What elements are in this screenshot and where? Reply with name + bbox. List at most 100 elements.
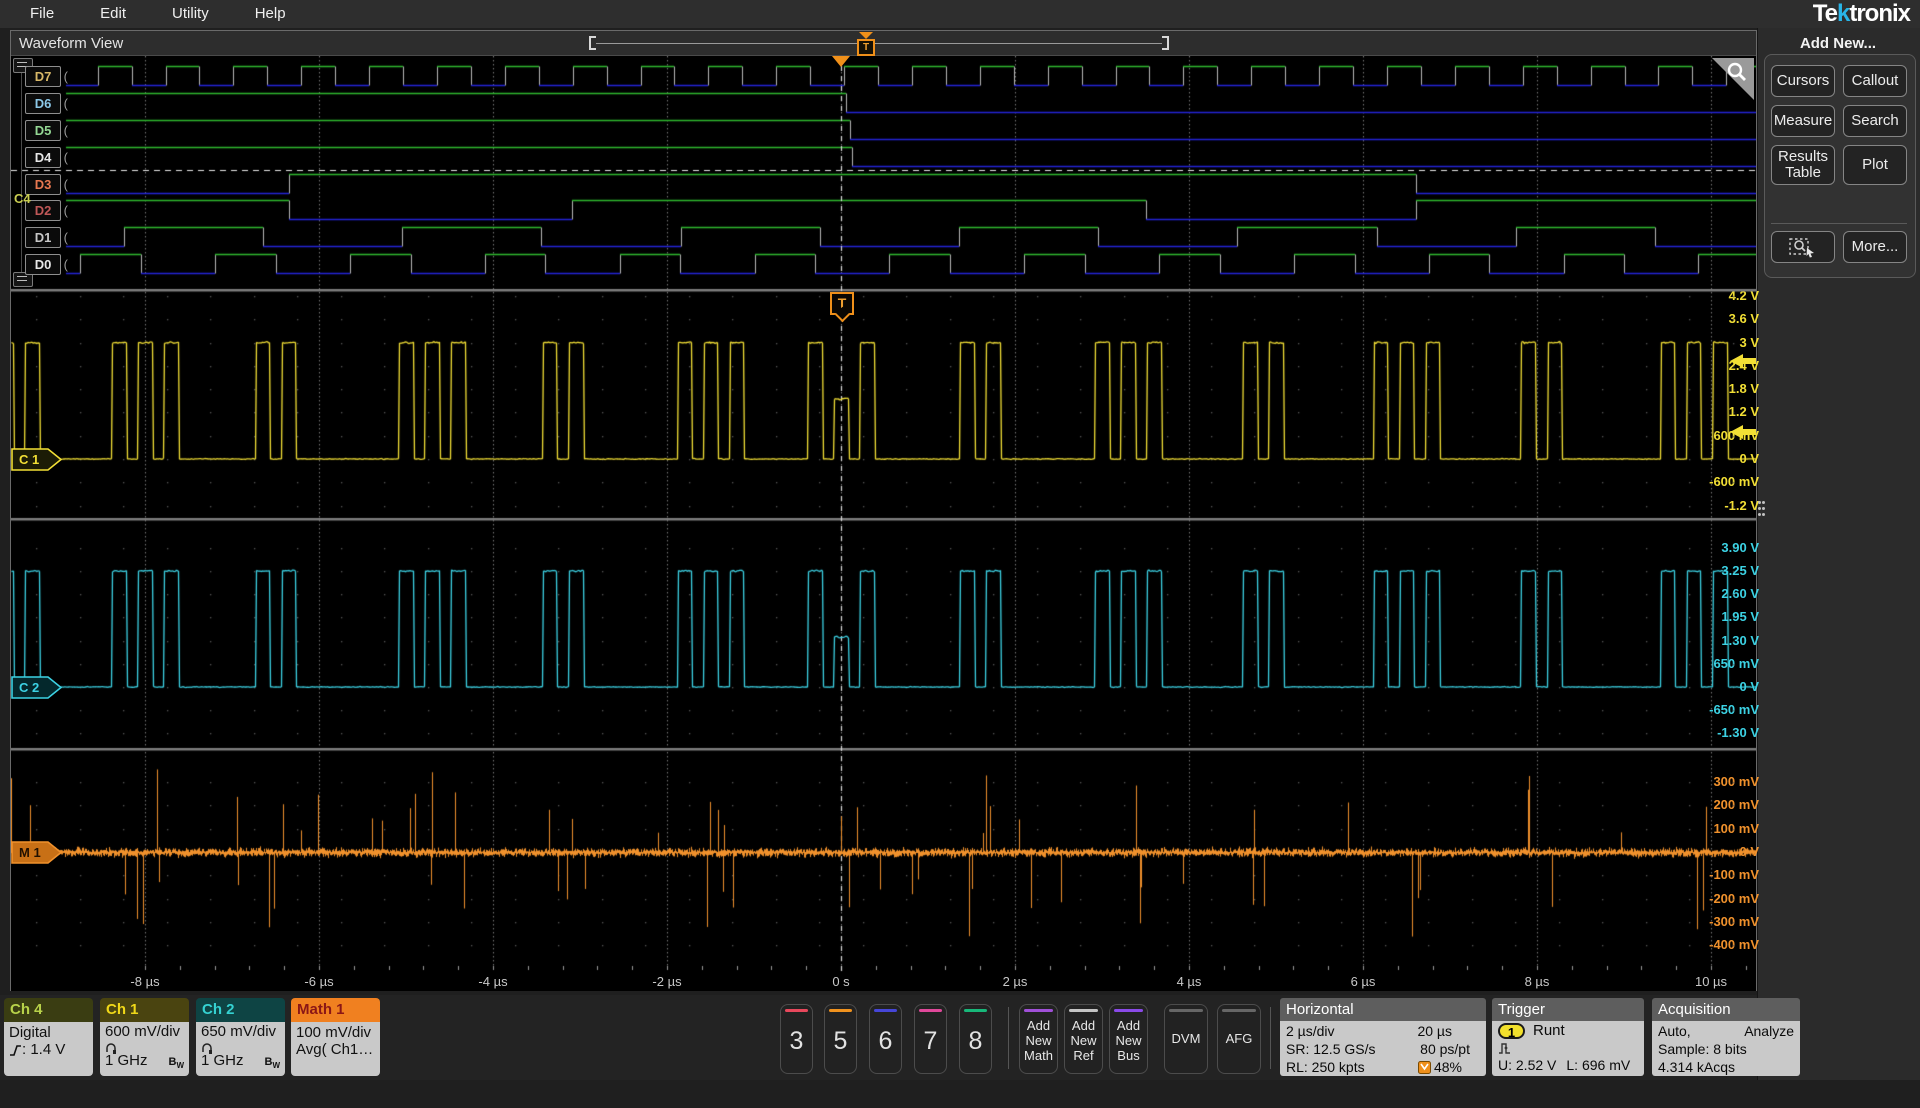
time-tick-6-s: 6 µs	[1350, 974, 1376, 989]
ch4-mode: Digital	[9, 1024, 51, 1041]
acquisition-count: 4.314 kAcqs	[1658, 1059, 1736, 1075]
channel-button-label: 5	[833, 1027, 848, 1055]
color-strip	[1024, 1009, 1053, 1012]
channel-button-3[interactable]: 3	[780, 1004, 813, 1074]
menu-utility[interactable]: Utility	[172, 0, 209, 28]
add-new-bus-button[interactable]: Add New Bus	[1109, 1004, 1148, 1074]
trigger-t-flag[interactable]: T	[830, 292, 854, 315]
ch4-threshold: : 1.4 V	[22, 1041, 66, 1058]
add-new-results-table-button[interactable]: Results Table	[1771, 145, 1835, 185]
waveform-view-title: Waveform View	[19, 35, 124, 52]
panel-divider	[1771, 223, 1907, 224]
menu-help[interactable]: Help	[255, 0, 286, 28]
trigger-panel[interactable]: Trigger 1 Runt U: 2.52 V L: 696 mV	[1492, 998, 1644, 1076]
channel-button-label: 3	[789, 1027, 804, 1055]
digital-label-d7[interactable]: D7(	[25, 66, 68, 87]
add-new-plot-button[interactable]: Plot	[1843, 145, 1907, 185]
graticule-area[interactable]: T D7(D6(D5(D4(D3(D2(D1(D0(4.2 V3.6 V3 V2…	[11, 56, 1759, 972]
button-label: Add New Bus	[1115, 1018, 1142, 1063]
acquisition-title: Acquisition	[1652, 998, 1800, 1021]
math1-scale: 100 mV/div	[296, 1024, 372, 1041]
color-strip	[1114, 1009, 1143, 1012]
digital-label-d0[interactable]: D0(	[25, 254, 68, 275]
channel-tag-c-1[interactable]: C 1	[11, 448, 63, 476]
trigger-scrub-pointer-icon[interactable]	[859, 32, 873, 39]
digital-label-d6[interactable]: D6(	[25, 93, 68, 114]
more-button[interactable]: More...	[1843, 231, 1907, 263]
ch4-title: Ch 4	[4, 998, 93, 1022]
horizontal-scale: 2 µs/div	[1286, 1023, 1335, 1039]
channel-tag-m-1[interactable]: M 1	[11, 841, 63, 869]
trigger-scrub-flag[interactable]: T	[857, 39, 875, 56]
channel-tag-c-2[interactable]: C 2	[11, 676, 63, 704]
afg-button[interactable]: AFG	[1217, 1004, 1261, 1074]
digital-label-d4[interactable]: D4(	[25, 147, 68, 168]
label-bracket: (	[63, 123, 68, 138]
position-indicator-icon	[1417, 1060, 1431, 1074]
pan-bracket-right[interactable]	[1162, 36, 1169, 50]
add-new-ref-button[interactable]: Add New Ref	[1064, 1004, 1103, 1074]
time-tick-0-s: 0 s	[832, 974, 850, 989]
runt-pulse-icon	[1499, 1043, 1510, 1054]
channel-badge-ch4[interactable]: Ch 4 Digital : 1.4 V	[4, 998, 93, 1076]
color-strip	[1222, 1009, 1256, 1012]
label-bracket: (	[63, 96, 68, 111]
time-tick-2-s: 2 µs	[1002, 974, 1028, 989]
add-new-math-button[interactable]: Add New Math	[1019, 1004, 1058, 1074]
zoom-select-button[interactable]	[1771, 231, 1835, 263]
trigger-lower-level-arrow[interactable]	[1730, 424, 1756, 444]
channel-badge-ch2[interactable]: Ch 2 650 mV/div 1 GHz BW	[196, 998, 285, 1076]
math1-function: Avg( Ch1…	[296, 1041, 374, 1058]
math1-title: Math 1	[291, 998, 380, 1022]
channel-button-label: 6	[878, 1027, 893, 1055]
menu-bar: File Edit Utility Help Tektronix	[0, 0, 1920, 28]
time-tick-2-s: -2 µs	[652, 974, 682, 989]
divider	[1270, 1007, 1271, 1069]
zoom-corner-icon[interactable]	[1712, 58, 1754, 100]
panel-resize-handle[interactable]	[1757, 498, 1765, 528]
pan-bracket-left[interactable]	[589, 36, 596, 50]
trigger-position-icon[interactable]	[832, 56, 850, 67]
trigger-type: Runt	[1533, 1022, 1565, 1039]
button-label: Add New Math	[1024, 1018, 1053, 1063]
add-new-header: Add New...	[1799, 35, 1877, 52]
channel-badge-math1[interactable]: Math 1 100 mV/div Avg( Ch1…	[291, 998, 380, 1076]
acquisition-panel[interactable]: Acquisition Auto, Analyze Sample: 8 bits …	[1652, 998, 1800, 1076]
channel-button-8[interactable]: 8	[959, 1004, 992, 1074]
digital-label-d5[interactable]: D5(	[25, 120, 68, 141]
digital-label-d1[interactable]: D1(	[25, 227, 68, 248]
menu-edit[interactable]: Edit	[100, 0, 126, 28]
color-strip	[1169, 1009, 1203, 1012]
channel-button-7[interactable]: 7	[914, 1004, 947, 1074]
add-new-cursors-button[interactable]: Cursors	[1771, 65, 1835, 97]
time-tick-8-s: 8 µs	[1524, 974, 1550, 989]
channel-badge-ch1[interactable]: Ch 1 600 mV/div 1 GHz BW	[100, 998, 189, 1076]
horizontal-pan-zoom-bar[interactable]: T	[589, 32, 1169, 56]
horizontal-panel[interactable]: Horizontal 2 µs/div 20 µs SR: 12.5 GS/s 80…	[1280, 998, 1486, 1076]
channel-color-strip	[874, 1009, 897, 1012]
label-bracket: (	[63, 150, 68, 165]
button-label: DVM	[1171, 1031, 1201, 1046]
label-bracket: (	[63, 69, 68, 84]
channel-button-5[interactable]: 5	[824, 1004, 857, 1074]
horizontal-window: 20 µs	[1417, 1023, 1452, 1039]
add-new-callout-button[interactable]: Callout	[1843, 65, 1907, 97]
channel-color-strip	[964, 1009, 987, 1012]
add-new-search-button[interactable]: Search	[1843, 105, 1907, 137]
acquisition-analyze: Analyze	[1744, 1023, 1794, 1039]
label-bracket: (	[63, 203, 68, 218]
trigger-upper-level-arrow[interactable]	[1730, 354, 1756, 373]
ch2-scale: 650 mV/div	[201, 1023, 277, 1040]
add-new-measure-button[interactable]: Measure	[1771, 105, 1835, 137]
time-tick-8-s: -8 µs	[130, 974, 160, 989]
time-axis: -8 µs -6 µs -4 µs -2 µs 0 s 2 µs 4 µs 6 µs 8 µs 1…	[11, 972, 1756, 991]
add-new-panel: Cursors Callout Measure Search Results Table…	[1764, 54, 1916, 278]
channel-button-6[interactable]: 6	[869, 1004, 902, 1074]
horizontal-position: 48%	[1433, 1059, 1462, 1075]
svg-text:M 1: M 1	[19, 845, 41, 860]
dvm-button[interactable]: DVM	[1164, 1004, 1208, 1074]
waveform-canvas[interactable]	[11, 56, 1756, 972]
zoom-select-icon	[1789, 238, 1814, 258]
digital-threshold-label-c4[interactable]: C4	[14, 191, 31, 206]
menu-file[interactable]: File	[30, 0, 54, 28]
